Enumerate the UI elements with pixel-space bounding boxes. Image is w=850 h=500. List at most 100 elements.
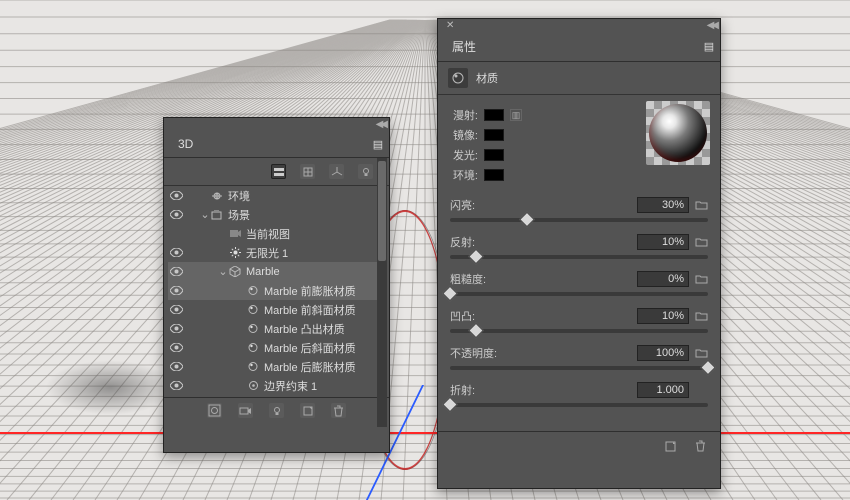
axis-x (0, 432, 850, 434)
scene-item[interactable]: Marble 前斜面材质 (168, 300, 385, 319)
prop-tab[interactable]: 属性 (442, 34, 486, 59)
axis-btn[interactable] (329, 164, 344, 179)
slider-thumb[interactable] (468, 249, 484, 265)
scene-item[interactable]: Marble 凸出材质 (168, 319, 385, 338)
texture-icon[interactable]: ▥ (510, 109, 522, 121)
value-input[interactable]: 10% (637, 308, 689, 324)
slider-group: 反射:10% (450, 234, 708, 259)
scene-item[interactable]: Marble 后斜面材质 (168, 338, 385, 357)
slider-track[interactable] (450, 366, 708, 370)
close-icon[interactable]: ✕ (446, 20, 454, 31)
scene-item[interactable]: 环境 (168, 186, 385, 205)
slider-track[interactable] (450, 255, 708, 259)
mat-icon (246, 304, 260, 316)
visibility-eye-icon[interactable] (169, 304, 183, 316)
slider-group: 粗糙度: 0% (450, 271, 708, 296)
new-material-icon[interactable] (662, 438, 678, 454)
folder-icon[interactable] (695, 348, 708, 359)
scene-item[interactable]: Marble 后膨胀材质 (168, 357, 385, 376)
color-swatch[interactable] (484, 149, 504, 161)
slider-label: 闪亮: (450, 197, 475, 213)
mesh-icon (228, 266, 242, 278)
value-input[interactable]: 0% (637, 271, 689, 287)
panel-menu-icon[interactable]: ▤ (702, 40, 716, 53)
collapse-icon[interactable]: ◀◀ (707, 20, 716, 31)
scene-list[interactable]: 环境⌄场景当前视图无限光 1⌄MarbleMarble 前膨胀材质Marble … (164, 186, 389, 397)
folder-icon[interactable] (695, 311, 708, 322)
swatch-label: 漫射: (450, 107, 478, 123)
scene-item[interactable]: ⌄场景 (168, 205, 385, 224)
light-btn[interactable] (358, 164, 373, 179)
scrollbar-thumb[interactable] (378, 161, 386, 261)
slider-track[interactable] (450, 403, 708, 407)
prop-panel-header: 属性 ▤ (438, 32, 720, 62)
visibility-eye-icon[interactable] (169, 209, 183, 221)
folder-icon[interactable] (695, 274, 708, 285)
3d-panel[interactable]: ◀◀ 3D ▤ 环境⌄场景当前视图无限光 1⌄MarbleMarble 前膨胀材… (163, 117, 390, 453)
slider-thumb[interactable] (442, 286, 458, 302)
trash-icon[interactable] (692, 438, 708, 454)
mode-btn[interactable] (271, 164, 286, 179)
value-input[interactable]: 1.000 (637, 382, 689, 398)
visibility-eye-icon[interactable] (169, 228, 183, 240)
item-label: Marble 后膨胀材质 (264, 359, 356, 375)
panel-collapse-bar[interactable]: ◀◀ (164, 118, 389, 131)
prop-collapse-bar[interactable]: ✕ ◀◀ (438, 19, 720, 32)
material-icon (448, 68, 468, 88)
expand-icon[interactable]: ⌄ (200, 208, 210, 221)
scene-item[interactable]: 边界约束 1 (168, 376, 385, 395)
scene-item[interactable]: 无限光 1 (168, 243, 385, 262)
visibility-eye-icon[interactable] (169, 323, 183, 335)
slider-thumb[interactable] (520, 212, 536, 228)
prop-subheader: 材质 (438, 62, 720, 95)
item-label: 无限光 1 (246, 245, 288, 261)
panel-menu-icon[interactable]: ▤ (371, 138, 385, 151)
scene-item[interactable]: ⌄Marble (168, 262, 385, 281)
properties-panel[interactable]: ✕ ◀◀ 属性 ▤ 材质 漫射:▥镜像:发光:环境: 闪亮:30%反射:10%粗… (437, 18, 721, 489)
3d-tab[interactable]: 3D (168, 133, 203, 155)
visibility-eye-icon[interactable] (169, 190, 183, 202)
grid-btn[interactable] (300, 164, 315, 179)
slider-thumb[interactable] (700, 360, 716, 376)
visibility-eye-icon[interactable] (169, 266, 183, 278)
object-shadow (45, 360, 175, 415)
item-label: Marble 凸出材质 (264, 321, 345, 337)
folder-icon[interactable] (695, 200, 708, 211)
scrollbar[interactable] (377, 158, 387, 427)
visibility-eye-icon[interactable] (169, 380, 183, 392)
scene-item[interactable]: Marble 前膨胀材质 (168, 281, 385, 300)
swatch-label: 镜像: (450, 127, 478, 143)
value-input[interactable]: 10% (637, 234, 689, 250)
folder-icon[interactable] (695, 237, 708, 248)
collapse-icon[interactable]: ◀◀ (376, 119, 385, 130)
trash-icon[interactable] (331, 403, 346, 418)
value-input[interactable]: 30% (637, 197, 689, 213)
camera-sm-icon[interactable] (238, 403, 253, 418)
slider-track[interactable] (450, 329, 708, 333)
scene-item[interactable]: 当前视图 (168, 224, 385, 243)
color-swatch[interactable] (484, 109, 504, 121)
new-icon[interactable] (300, 403, 315, 418)
color-swatch[interactable] (484, 169, 504, 181)
light-icon (228, 247, 242, 259)
expand-icon[interactable]: ⌄ (218, 265, 228, 278)
value-input[interactable]: 100% (637, 345, 689, 361)
visibility-eye-icon[interactable] (169, 361, 183, 373)
scene-icon (210, 209, 224, 221)
color-swatch[interactable] (484, 129, 504, 141)
slider-track[interactable] (450, 292, 708, 296)
slider-label: 折射: (450, 382, 475, 398)
visibility-eye-icon[interactable] (169, 342, 183, 354)
item-label: Marble 后斜面材质 (264, 340, 356, 356)
visibility-eye-icon[interactable] (169, 247, 183, 259)
slider-track[interactable] (450, 218, 708, 222)
light-sm-icon[interactable] (269, 403, 284, 418)
slider-thumb[interactable] (468, 323, 484, 339)
render-icon[interactable] (207, 403, 222, 418)
slider-label: 粗糙度: (450, 271, 486, 287)
visibility-eye-icon[interactable] (169, 285, 183, 297)
3d-panel-header: 3D ▤ (164, 131, 389, 158)
material-preview[interactable] (646, 101, 710, 165)
env-icon (210, 190, 224, 202)
slider-thumb[interactable] (442, 397, 458, 413)
